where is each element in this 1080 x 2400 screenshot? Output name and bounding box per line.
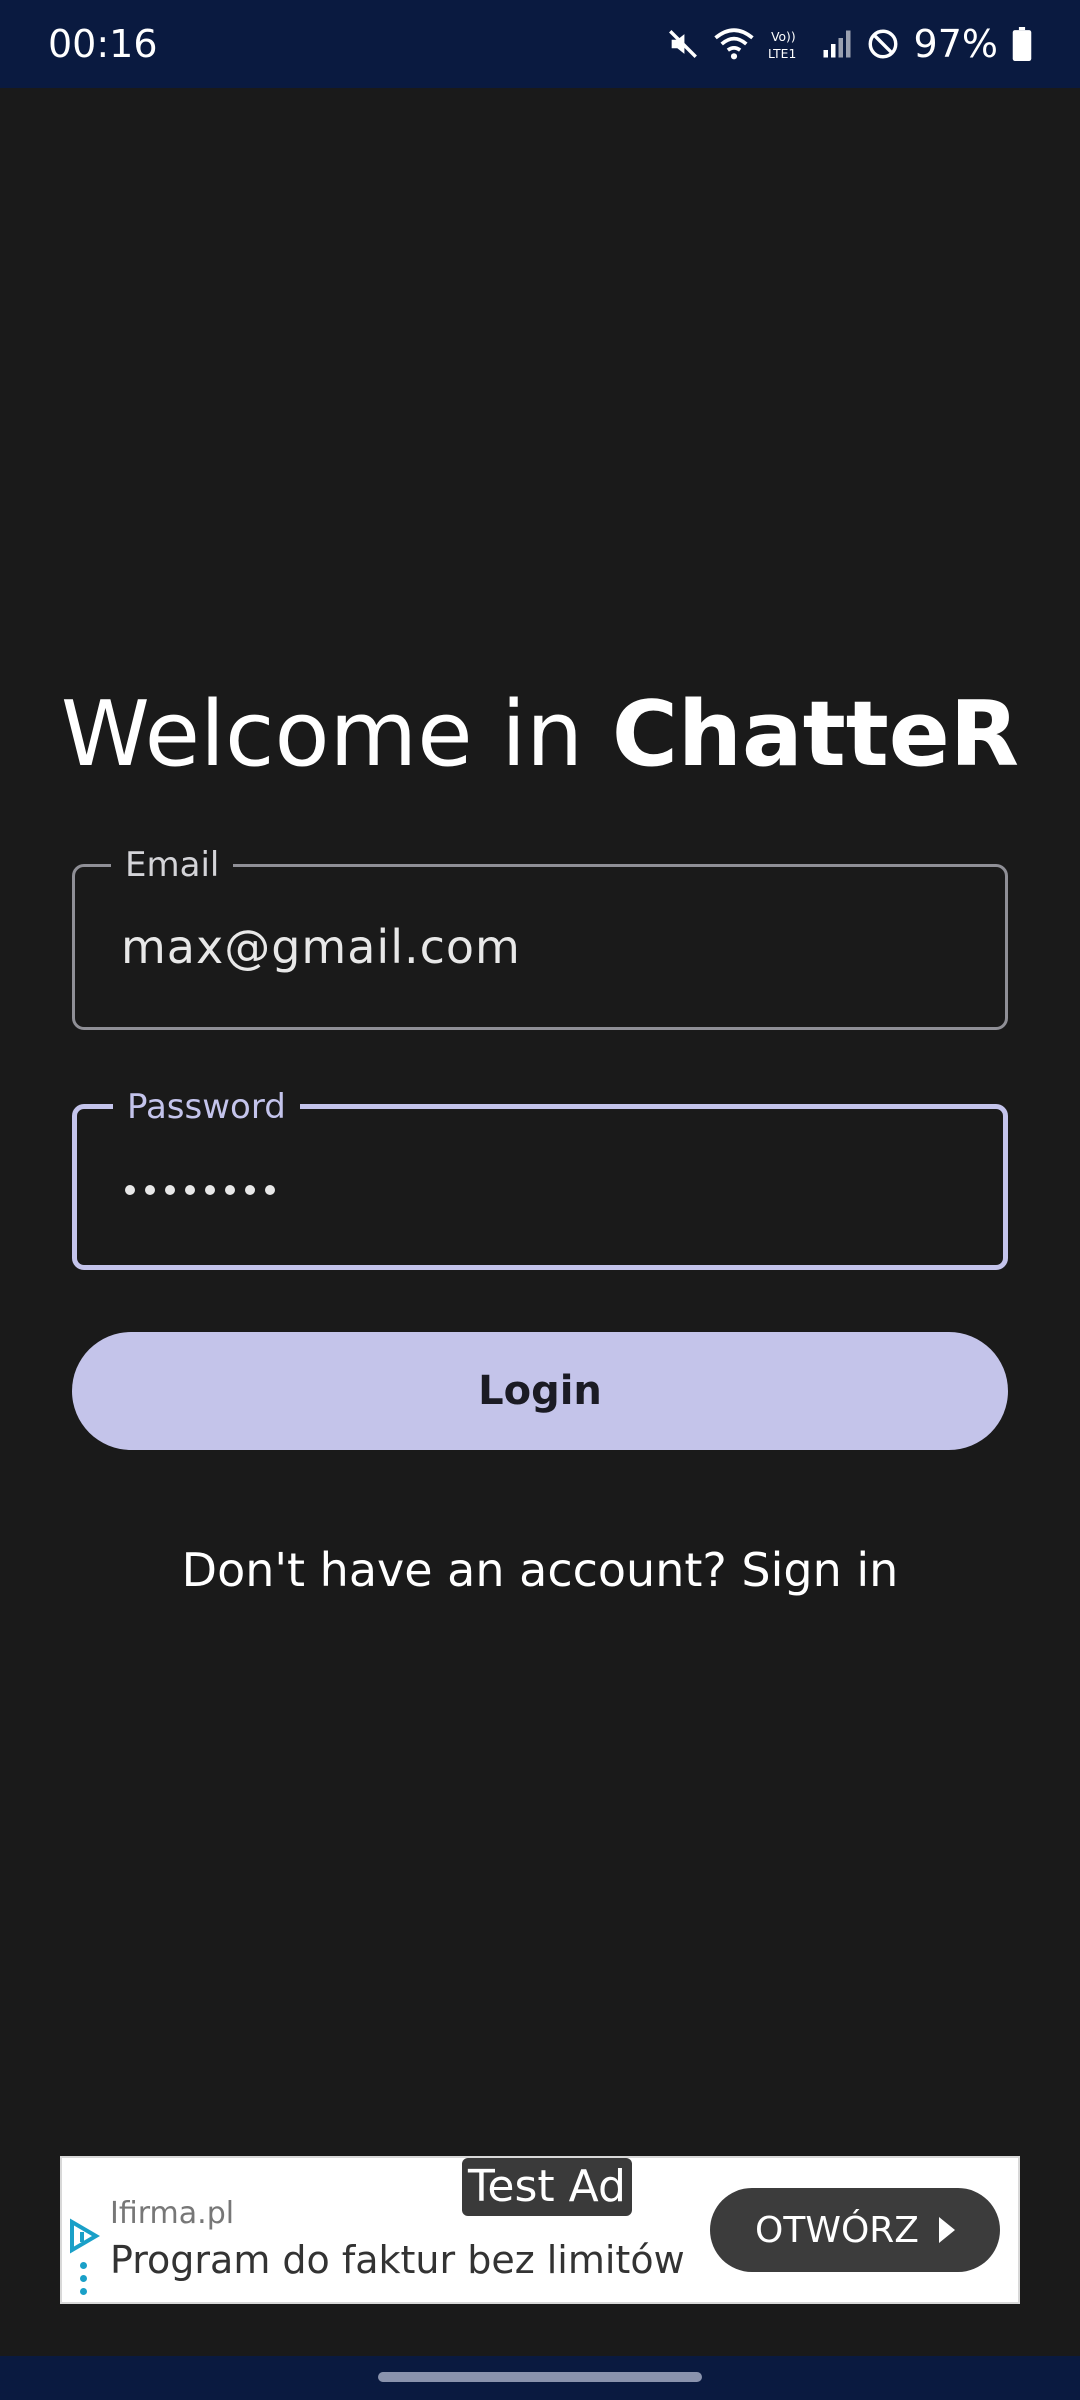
- home-gesture-handle[interactable]: [378, 2372, 702, 2382]
- ad-open-button[interactable]: OTWÓRZ: [710, 2188, 1000, 2272]
- email-field[interactable]: Email max@gmail.com: [72, 845, 1008, 1030]
- email-value[interactable]: max@gmail.com: [121, 919, 521, 975]
- ad-advertiser: Ifirma.pl: [110, 2196, 235, 2231]
- volte-icon: Vo)) LTE1: [768, 30, 796, 61]
- password-mask-dot: [185, 1185, 195, 1195]
- battery-percent: 97%: [913, 22, 998, 66]
- status-time: 00:16: [48, 22, 158, 66]
- ad-cta-label: OTWÓRZ: [755, 2209, 919, 2251]
- page-title: Welcome in ChatteR: [0, 680, 1080, 790]
- navigation-bar: [0, 2356, 1080, 2400]
- password-label: Password: [113, 1087, 300, 1127]
- test-ad-label: Test Ad: [462, 2158, 632, 2216]
- password-value[interactable]: [125, 1185, 275, 1195]
- wifi-icon: [713, 28, 754, 60]
- status-bar: 00:16 Vo)) LTE1 97%: [0, 0, 1080, 88]
- play-arrow-icon: [938, 2217, 955, 2243]
- svg-text:LTE1: LTE1: [768, 47, 796, 61]
- email-label: Email: [111, 845, 234, 885]
- battery-icon: [1012, 27, 1032, 61]
- password-mask-dot: [265, 1185, 275, 1195]
- password-mask-dot: [205, 1185, 215, 1195]
- password-field[interactable]: Password: [72, 1087, 1008, 1270]
- password-mask-dot: [245, 1185, 255, 1195]
- ad-headline: Program do faktur bez limitów: [110, 2238, 685, 2282]
- status-icons: Vo)) LTE1 97%: [666, 22, 1032, 66]
- ad-menu-icon[interactable]: [80, 2262, 87, 2295]
- sign-in-link[interactable]: Don't have an account? Sign in: [0, 1540, 1080, 1600]
- svg-text:Vo)): Vo)): [771, 30, 796, 44]
- password-mask-dot: [165, 1185, 175, 1195]
- title-prefix: Welcome in: [60, 682, 612, 787]
- ad-choices-icon[interactable]: [68, 2218, 100, 2254]
- ad-banner[interactable]: Test Ad Ifirma.pl Program do faktur bez …: [60, 2156, 1020, 2304]
- title-brand: ChatteR: [611, 682, 1020, 787]
- password-mask-dot: [225, 1185, 235, 1195]
- password-mask-dot: [125, 1185, 135, 1195]
- login-button[interactable]: Login: [72, 1332, 1008, 1450]
- mute-icon: [668, 30, 697, 58]
- signal-icon: [823, 30, 851, 58]
- dnd-icon: [868, 29, 897, 59]
- password-mask-dot: [145, 1185, 155, 1195]
